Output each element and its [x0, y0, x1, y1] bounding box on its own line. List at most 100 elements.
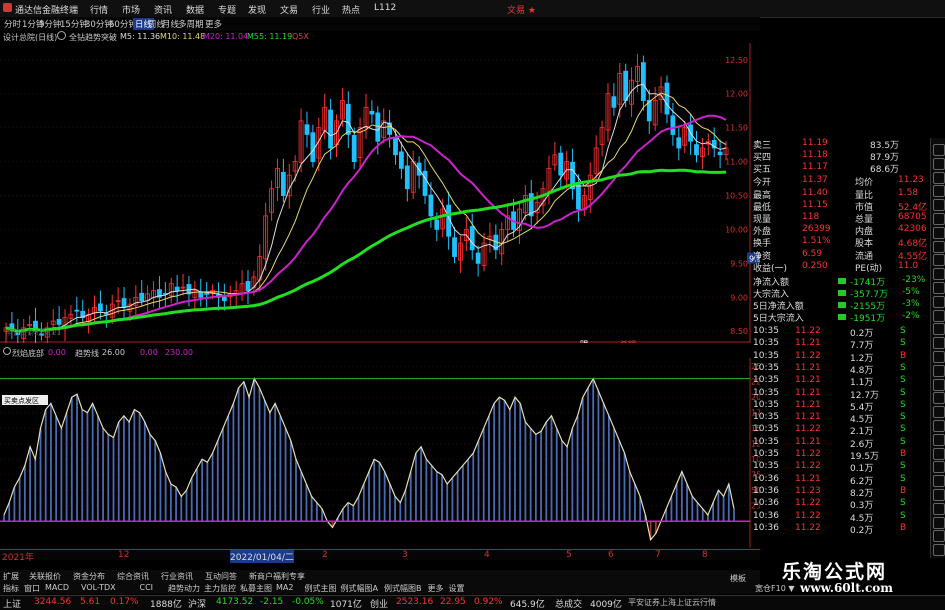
menu-item[interactable]: 行情	[90, 3, 108, 16]
tick-side: S	[900, 473, 906, 484]
period-tab[interactable]: 5分钟	[39, 18, 61, 30]
template-tab[interactable]: 模板	[730, 573, 746, 584]
indicator-tab[interactable]: CCI	[140, 583, 154, 592]
indicator-tab[interactable]: 指标	[3, 583, 19, 594]
side-tool-icon[interactable]	[933, 516, 945, 529]
info-tab[interactable]: 扩展	[3, 571, 19, 582]
candle-body	[670, 115, 676, 135]
indicator-tab[interactable]: 私募主图	[240, 583, 272, 594]
menu-item[interactable]: 资讯	[154, 3, 172, 16]
side-tool-icon[interactable]	[933, 461, 945, 474]
side-tool-icon[interactable]	[933, 226, 945, 239]
indicator-name[interactable]: 全钻趋势突破	[69, 32, 117, 43]
tick-side: S	[900, 375, 906, 386]
quote-label: 最低	[753, 202, 772, 213]
indicator-tab[interactable]: 例式幅图A	[341, 583, 378, 594]
side-tool-icon[interactable]	[933, 530, 945, 543]
side-tool-icon[interactable]	[933, 282, 945, 294]
flow-row: 净流入额 -1741万 -23%	[750, 275, 930, 288]
settings-icon[interactable]	[57, 31, 66, 40]
xaxis-label: 8	[702, 550, 708, 560]
tick-side: B	[900, 350, 907, 361]
side-tool-icon[interactable]	[933, 433, 945, 446]
period-tab[interactable]: 月线	[162, 18, 179, 30]
quote-label: 外盘	[753, 227, 772, 238]
side-tool-icon[interactable]	[933, 268, 945, 281]
period-tab[interactable]: 15分钟	[60, 18, 88, 30]
period-tab[interactable]: 分时	[4, 18, 21, 30]
side-tool-icon[interactable]	[933, 240, 945, 253]
period-tab[interactable]: 更多	[205, 18, 222, 30]
candle-body	[98, 303, 103, 312]
quote-label: PE(动)	[855, 263, 883, 274]
menu-item[interactable]: L112	[374, 3, 396, 13]
candle-body	[139, 292, 145, 302]
period-tab[interactable]: 多周期	[178, 18, 204, 30]
tick-time: 10:35	[753, 412, 779, 423]
side-tool-icon[interactable]	[933, 323, 945, 336]
quote-value: 11.17	[802, 162, 828, 173]
info-tab[interactable]: 关联报价	[29, 571, 61, 582]
tick-row: 10:35 11.21 2.6万 S	[750, 437, 930, 450]
menu-item[interactable]: 数据	[186, 3, 204, 16]
menu-item[interactable]: 热点	[342, 3, 360, 16]
menu-item[interactable]: 市场	[122, 3, 140, 16]
side-tool-icon[interactable]	[933, 144, 945, 156]
y-tick-label: 10.50	[725, 192, 748, 201]
side-tool-icon[interactable]	[933, 502, 945, 515]
sub-settings-icon[interactable]	[3, 347, 11, 355]
info-tab[interactable]: 新商户福利专享	[249, 571, 305, 582]
tick-price: 11.22	[795, 522, 821, 533]
menu-item[interactable]: 专题	[218, 3, 236, 16]
side-tool-icon[interactable]	[933, 351, 945, 363]
menu-item[interactable]: 行业	[312, 3, 330, 16]
indicator-tab[interactable]: 设置	[449, 583, 465, 594]
indicator-tab[interactable]: VOL-TDX	[81, 583, 116, 592]
tick-side: S	[900, 498, 906, 509]
tick-price: 11.22	[795, 510, 821, 521]
quote-label: 收益(一)	[753, 263, 788, 274]
side-tool-icon[interactable]	[933, 378, 945, 391]
info-tab[interactable]: 综合资讯	[117, 571, 149, 582]
side-tool-icon[interactable]	[933, 475, 945, 488]
side-tool-icon[interactable]	[933, 185, 945, 198]
indicator-tab[interactable]: 趋势动力	[168, 583, 200, 594]
candle-body	[121, 298, 127, 308]
date-axis: 2021年 12 2022/01/04/二 2 3 4 5 6 7 8	[0, 549, 760, 563]
price-chart[interactable]: 12.50 12.00 11.50 11.00 10.50 10.00 9.50 9.00 8.…	[0, 43, 760, 343]
side-tool-icon[interactable]	[933, 406, 945, 419]
title-right[interactable]: 文易 ★	[507, 3, 536, 16]
info-tab[interactable]: 行业资讯	[161, 571, 193, 582]
menu-item[interactable]: 文易	[280, 3, 298, 16]
indicator-tab[interactable]: 例式主图	[305, 583, 337, 594]
quote-value: 1.51%	[802, 236, 831, 247]
side-tool-icon[interactable]	[933, 364, 945, 377]
tick-row: 10:35 11.22 2.1万 S	[750, 424, 930, 437]
indicator-tab[interactable]: MACD	[45, 583, 69, 592]
side-tool-icon[interactable]	[933, 157, 945, 170]
side-tool-icon[interactable]	[933, 309, 945, 322]
side-tool-icon[interactable]	[933, 295, 945, 308]
side-tool-icon[interactable]	[933, 447, 945, 460]
tick-price: 11.22	[795, 424, 821, 435]
sub-indicator-chart[interactable]: 250.0225.0200.0175.0150.0125.0100.075.05…	[0, 358, 760, 548]
indicator-tab[interactable]: 例式幅图B	[384, 583, 422, 594]
indicator-tab[interactable]: 更多	[428, 583, 444, 594]
quote-volume: 87.9万	[870, 153, 900, 164]
side-tool-icon[interactable]	[933, 337, 945, 350]
info-tab[interactable]: 资金分布	[73, 571, 105, 582]
side-tool-icon[interactable]	[933, 171, 945, 184]
indicator-tab[interactable]: 窗口	[24, 583, 40, 594]
indicator-tab[interactable]: 主力监控	[204, 583, 236, 594]
indicator-tab[interactable]: MA2	[276, 583, 293, 592]
side-tool-icon[interactable]	[933, 420, 945, 432]
side-tool-icon[interactable]	[933, 392, 945, 405]
info-tab[interactable]: 互动问答	[205, 571, 237, 582]
side-tool-icon[interactable]	[933, 489, 945, 501]
xaxis-label: 6	[608, 550, 614, 560]
tab-right-label[interactable]: 宽仓F10 ▼	[755, 583, 794, 594]
menu-item[interactable]: 发现	[248, 3, 266, 16]
side-tool-icon[interactable]	[933, 199, 945, 212]
side-tool-icon[interactable]	[933, 254, 945, 267]
side-tool-icon[interactable]	[933, 213, 945, 225]
